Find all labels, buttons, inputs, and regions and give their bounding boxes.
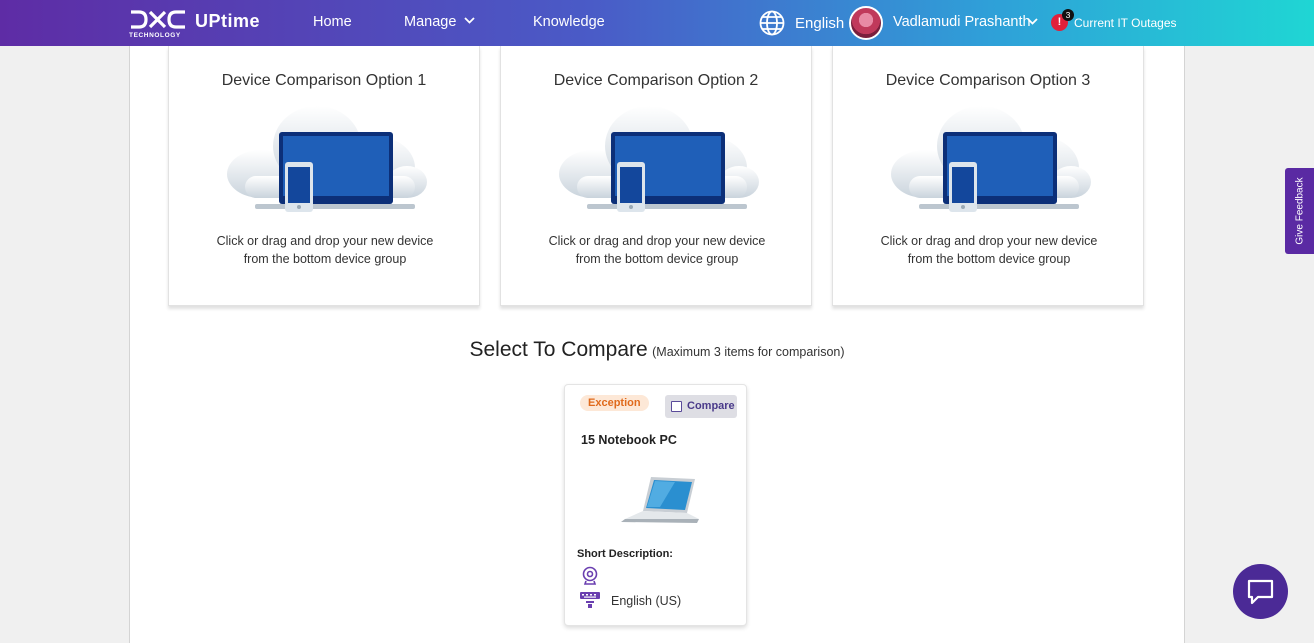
select-to-compare-heading: Select To Compare (Maximum 3 items for c… [0,338,1314,362]
compare-checkbox-button[interactable]: Compare [665,395,737,418]
checkbox-icon[interactable] [671,401,682,412]
laptop-icon [621,477,699,523]
nav-home[interactable]: Home [313,14,352,30]
give-feedback-tab[interactable]: Give Feedback [1285,168,1314,254]
top-navbar: TECHNOLOGY UPtime Home Manage Knowledge … [0,0,1314,46]
status-badge: Exception [580,395,649,411]
nav-manage-label: Manage [404,14,457,30]
comparison-slot-title: Device Comparison Option 1 [221,72,427,89]
alert-count-badge: 3 [1062,9,1074,21]
avatar[interactable] [849,6,883,40]
language-selector[interactable]: English [795,15,844,32]
device-name: 15 Notebook PC [581,433,677,447]
devices-cloud-icon [559,106,759,212]
logo-subtext: TECHNOLOGY [129,32,181,39]
comparison-slot-2[interactable]: Device Comparison Option 2 Click or drag… [500,46,812,306]
current-outages-link[interactable]: Current IT Outages [1074,16,1177,30]
chat-icon [1247,579,1274,605]
user-name[interactable]: Vadlamudi Prashanth [893,14,1031,30]
nav-manage[interactable]: Manage [404,14,476,30]
comparison-slot-title: Device Comparison Option 2 [553,72,759,89]
comparison-slot-1[interactable]: Device Comparison Option 1 Click or drag… [168,46,480,306]
keyboard-icon [580,592,600,608]
globe-icon[interactable] [759,10,785,36]
comparison-slot-hint: Click or drag and drop your new device f… [216,234,434,266]
device-card[interactable]: Exception Compare 15 Notebook PC Short D… [564,384,747,626]
spec-language: English (US) [611,594,682,608]
nav-knowledge[interactable]: Knowledge [533,14,605,30]
brand-name[interactable]: UPtime [195,11,260,32]
compare-label: Compare [687,400,735,412]
comparison-slot-hint: Click or drag and drop your new device f… [548,234,766,266]
devices-cloud-icon [227,106,427,212]
chat-button[interactable] [1233,564,1288,619]
comparison-slot-3[interactable]: Device Comparison Option 3 Click or drag… [832,46,1144,306]
comparison-slot-title: Device Comparison Option 3 [885,72,1091,89]
webcam-icon [582,566,598,585]
section-title: Select To Compare [469,338,648,361]
short-description-label: Short Description: [577,548,673,560]
feedback-label: Give Feedback [1294,177,1305,245]
chevron-down-icon [464,17,476,24]
section-subtitle: (Maximum 3 items for comparison) [652,345,845,359]
chevron-down-icon[interactable] [1027,18,1038,25]
devices-cloud-icon [891,106,1091,212]
comparison-slot-hint: Click or drag and drop your new device f… [880,234,1098,266]
